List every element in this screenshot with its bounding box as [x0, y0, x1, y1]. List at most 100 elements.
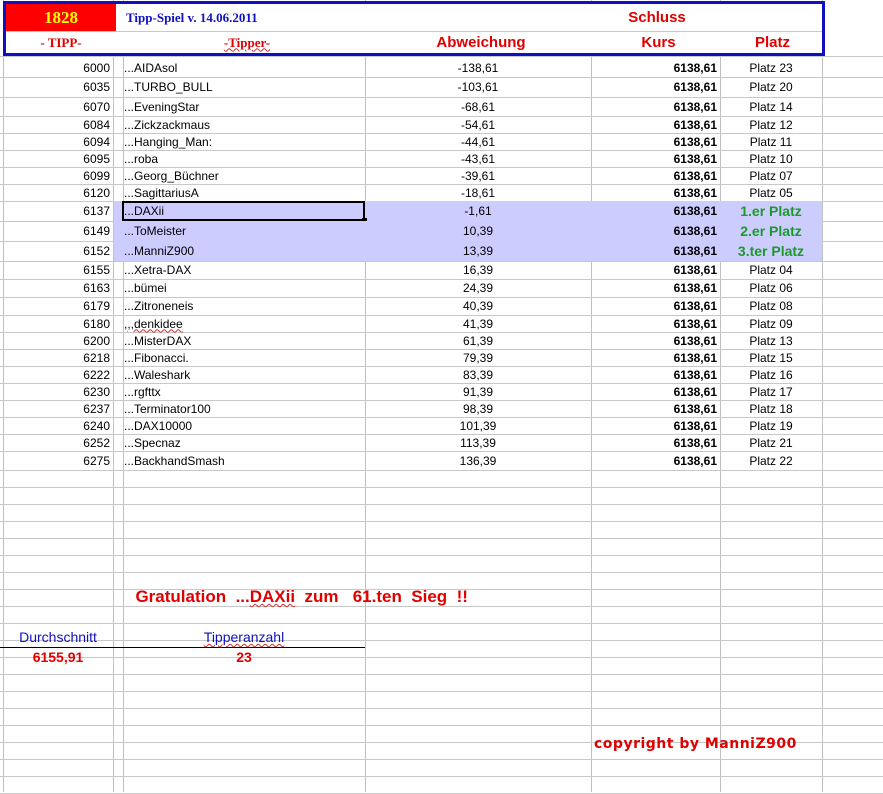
- platz-cell[interactable]: 1.er Platz: [720, 201, 822, 221]
- tipper-cell[interactable]: ...Xetra-DAX: [124, 261, 364, 279]
- tipp-cell[interactable]: 6237: [4, 400, 110, 417]
- tipper-cell[interactable]: ...DAX10000: [124, 417, 364, 434]
- platz-cell[interactable]: 3.ter Platz: [720, 241, 822, 261]
- tipper-cell[interactable]: ...Georg_Büchner: [124, 167, 364, 184]
- tipp-cell[interactable]: 6137: [4, 201, 110, 221]
- kurs-cell[interactable]: 6138,61: [591, 201, 717, 221]
- kurs-cell[interactable]: 6138,61: [591, 297, 717, 315]
- kurs-cell[interactable]: 6138,61: [591, 184, 717, 201]
- tipp-cell[interactable]: 6155: [4, 261, 110, 279]
- platz-cell[interactable]: Platz 08: [720, 297, 822, 315]
- schluss-header[interactable]: Schluss: [594, 4, 720, 31]
- tipper-cell[interactable]: ...SagittariusA: [124, 184, 364, 201]
- average-value[interactable]: 6155,91: [4, 649, 112, 665]
- platz-cell[interactable]: Platz 12: [720, 116, 822, 133]
- kurs-cell[interactable]: 6138,61: [591, 417, 717, 434]
- tipp-cell[interactable]: 6218: [4, 349, 110, 366]
- tipp-header[interactable]: - TIPP-: [6, 32, 116, 53]
- platz-cell[interactable]: Platz 13: [720, 332, 822, 349]
- platz-cell[interactable]: Platz 09: [720, 315, 822, 332]
- platz-cell[interactable]: Platz 14: [720, 97, 822, 116]
- tipper-cell[interactable]: ...EveningStar: [124, 97, 364, 116]
- tipper-cell[interactable]: ...MisterDAX: [124, 332, 364, 349]
- tipp-cell[interactable]: 6222: [4, 366, 110, 383]
- tipp-cell[interactable]: 6179: [4, 297, 110, 315]
- abweichung-cell[interactable]: 24,39: [365, 279, 591, 297]
- abweichung-cell[interactable]: 101,39: [365, 417, 591, 434]
- platz-cell[interactable]: 2.er Platz: [720, 221, 822, 241]
- tipp-cell[interactable]: 6084: [4, 116, 110, 133]
- abweichung-cell[interactable]: 136,39: [365, 451, 591, 470]
- platz-cell[interactable]: Platz 21: [720, 434, 822, 451]
- abweichung-cell[interactable]: -44,61: [365, 133, 591, 150]
- tipp-cell[interactable]: 6149: [4, 221, 110, 241]
- abweichung-header[interactable]: Abweichung: [368, 32, 594, 53]
- tipp-cell[interactable]: 6163: [4, 279, 110, 297]
- platz-cell[interactable]: Platz 17: [720, 383, 822, 400]
- abweichung-cell[interactable]: -54,61: [365, 116, 591, 133]
- tipp-cell[interactable]: 6152: [4, 241, 110, 261]
- platz-cell[interactable]: Platz 20: [720, 77, 822, 97]
- kurs-cell[interactable]: 6138,61: [591, 366, 717, 383]
- average-label[interactable]: Durchschnitt: [4, 629, 112, 645]
- tipper-cell[interactable]: ,,,denkidee: [124, 315, 364, 332]
- count-cell[interactable]: 1828: [6, 4, 116, 31]
- tipp-cell[interactable]: 6275: [4, 451, 110, 470]
- tipp-cell[interactable]: 6035: [4, 77, 110, 97]
- tipp-cell[interactable]: 6095: [4, 150, 110, 167]
- abweichung-cell[interactable]: -1,61: [365, 201, 591, 221]
- abweichung-cell[interactable]: 61,39: [365, 332, 591, 349]
- kurs-cell[interactable]: 6138,61: [591, 349, 717, 366]
- abweichung-cell[interactable]: 79,39: [365, 349, 591, 366]
- kurs-cell[interactable]: 6138,61: [591, 167, 717, 184]
- kurs-cell[interactable]: 6138,61: [591, 77, 717, 97]
- abweichung-cell[interactable]: -43,61: [365, 150, 591, 167]
- abweichung-cell[interactable]: -18,61: [365, 184, 591, 201]
- tipper-cell[interactable]: ...Zickzackmaus: [124, 116, 364, 133]
- kurs-cell[interactable]: 6138,61: [591, 150, 717, 167]
- kurs-cell[interactable]: 6138,61: [591, 315, 717, 332]
- tipp-cell[interactable]: 6070: [4, 97, 110, 116]
- platz-cell[interactable]: Platz 05: [720, 184, 822, 201]
- tipp-cell[interactable]: 6094: [4, 133, 110, 150]
- kurs-cell[interactable]: 6138,61: [591, 97, 717, 116]
- abweichung-cell[interactable]: 40,39: [365, 297, 591, 315]
- kurs-cell[interactable]: 6138,61: [591, 261, 717, 279]
- kurs-cell[interactable]: 6138,61: [591, 451, 717, 470]
- tipp-cell[interactable]: 6230: [4, 383, 110, 400]
- platz-cell[interactable]: Platz 15: [720, 349, 822, 366]
- tipper-cell[interactable]: ...Specnaz: [124, 434, 364, 451]
- kurs-cell[interactable]: 6138,61: [591, 279, 717, 297]
- tipper-cell[interactable]: ...Zitroneneis: [124, 297, 364, 315]
- abweichung-cell[interactable]: 16,39: [365, 261, 591, 279]
- count-label[interactable]: Tipperanzahl: [124, 629, 364, 645]
- abweichung-cell[interactable]: 41,39: [365, 315, 591, 332]
- abweichung-cell[interactable]: -39,61: [365, 167, 591, 184]
- kurs-cell[interactable]: 6138,61: [591, 241, 717, 261]
- tipp-cell[interactable]: 6252: [4, 434, 110, 451]
- tipp-cell[interactable]: 6240: [4, 417, 110, 434]
- kurs-cell[interactable]: 6138,61: [591, 116, 717, 133]
- kurs-cell[interactable]: 6138,61: [591, 400, 717, 417]
- abweichung-cell[interactable]: 13,39: [365, 241, 591, 261]
- tipper-cell[interactable]: ...BackhandSmash: [124, 451, 364, 470]
- kurs-cell[interactable]: 6138,61: [591, 434, 717, 451]
- tipper-cell[interactable]: ...AIDAsol: [124, 58, 364, 77]
- title-cell[interactable]: Tipp-Spiel v. 14.06.2011: [126, 4, 366, 31]
- abweichung-cell[interactable]: -138,61: [365, 58, 591, 77]
- tipper-cell[interactable]: ...ManniZ900: [124, 241, 364, 261]
- platz-cell[interactable]: Platz 22: [720, 451, 822, 470]
- platz-cell[interactable]: Platz 07: [720, 167, 822, 184]
- abweichung-cell[interactable]: 113,39: [365, 434, 591, 451]
- tipp-cell[interactable]: 6200: [4, 332, 110, 349]
- tipper-cell[interactable]: ...TURBO_BULL: [124, 77, 364, 97]
- kurs-cell[interactable]: 6138,61: [591, 332, 717, 349]
- abweichung-cell[interactable]: 10,39: [365, 221, 591, 241]
- kurs-cell[interactable]: 6138,61: [591, 383, 717, 400]
- tipper-cell[interactable]: ...rgfttx: [124, 383, 364, 400]
- kurs-cell[interactable]: 6138,61: [591, 58, 717, 77]
- tipper-cell[interactable]: ...Hanging_Man:: [124, 133, 364, 150]
- tipp-cell[interactable]: 6180: [4, 315, 110, 332]
- platz-cell[interactable]: Platz 11: [720, 133, 822, 150]
- platz-cell[interactable]: Platz 04: [720, 261, 822, 279]
